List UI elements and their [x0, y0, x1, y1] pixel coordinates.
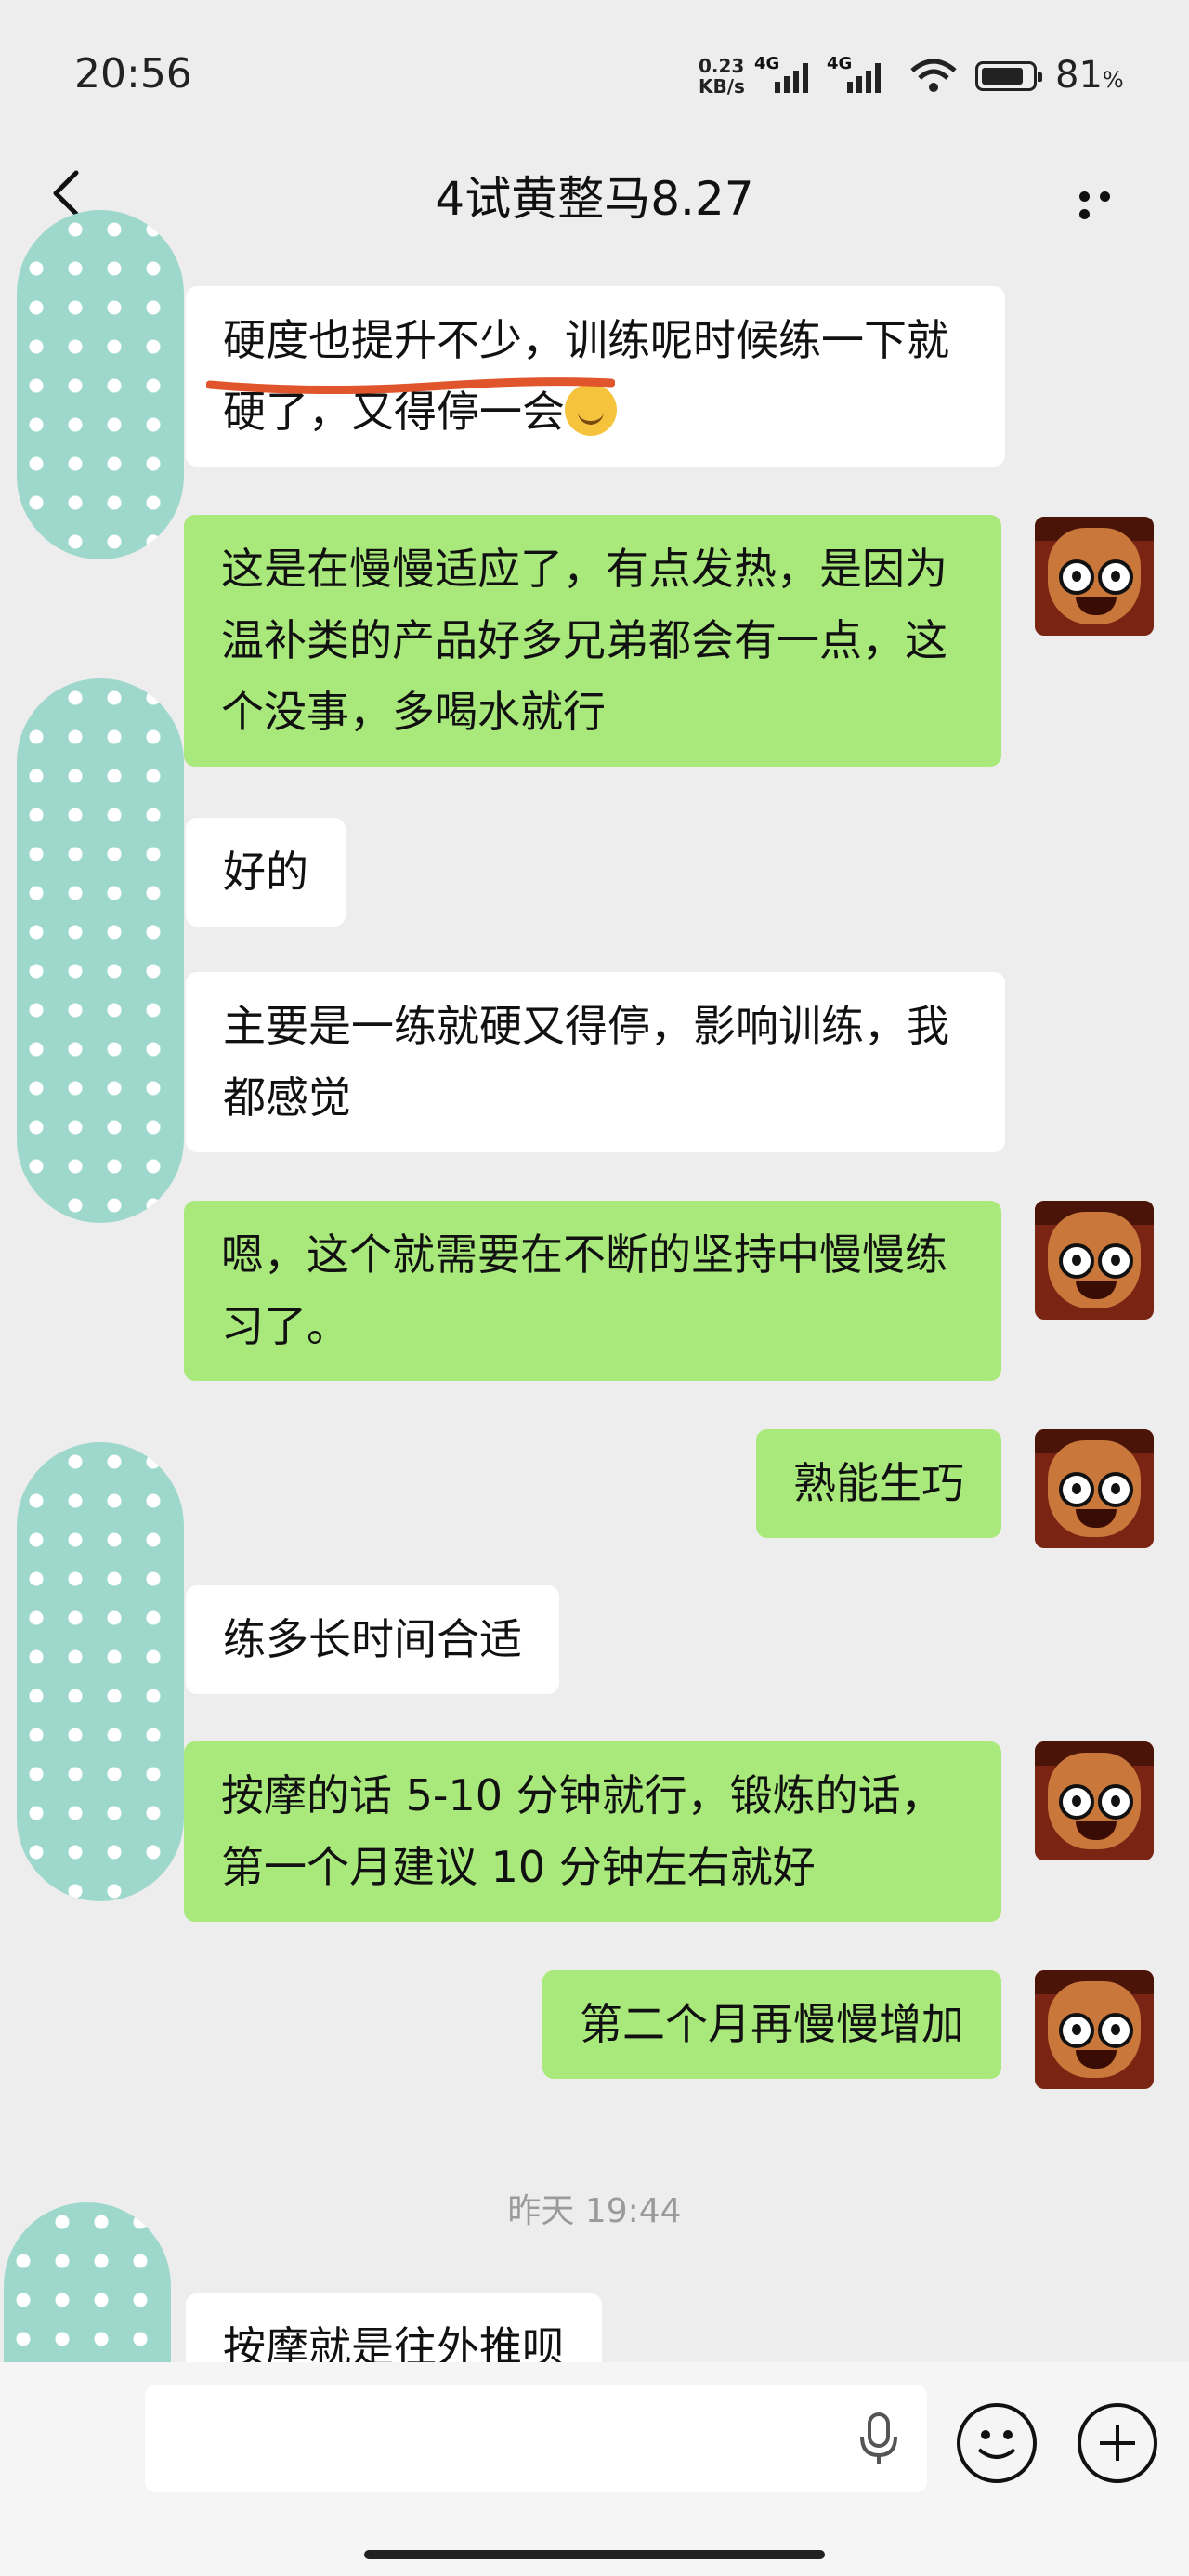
user-avatar[interactable]	[1035, 517, 1154, 636]
plus-circle-icon[interactable]	[1078, 2403, 1157, 2483]
message-input[interactable]	[145, 2385, 927, 2492]
emoji-icon[interactable]	[957, 2403, 1037, 2483]
contact-avatar[interactable]	[17, 1442, 184, 1901]
user-avatar[interactable]	[1035, 1741, 1154, 1860]
battery-icon	[975, 61, 1042, 91]
user-avatar[interactable]	[1035, 1201, 1154, 1320]
message-outgoing[interactable]: 嗯，这个就需要在不断的坚持中慢慢练习了。	[184, 1201, 1001, 1381]
microphone-icon[interactable]	[853, 2411, 905, 2466]
wifi-icon	[910, 59, 957, 92]
message-incoming[interactable]: 主要是一练就硬又得停，影响训练，我都感觉	[186, 972, 1005, 1152]
user-avatar[interactable]	[1035, 1429, 1154, 1548]
status-time: 20:56	[74, 50, 192, 98]
message-incoming[interactable]: 好的	[186, 818, 346, 927]
net-speed: 0.23 KB/s	[699, 55, 745, 98]
contact-avatar[interactable]	[17, 678, 184, 1223]
message-outgoing[interactable]: 这是在慢慢适应了，有点发热，是因为温补类的产品好多兄弟都会有一点，这个没事，多喝…	[184, 515, 1001, 767]
more-dots-icon[interactable]	[1079, 188, 1135, 219]
chat-title: 4试黄整马8.27	[435, 172, 754, 226]
contact-avatar[interactable]	[17, 210, 184, 559]
message-incoming[interactable]: 练多长时间合适	[186, 1585, 559, 1694]
chat-header: 4试黄整马8.27	[0, 139, 1189, 260]
home-indicator[interactable]	[364, 2550, 825, 2559]
battery-percent: 81%	[1055, 54, 1124, 97]
status-bar: 20:56 0.23 KB/s 4G 4G 81%	[0, 0, 1189, 139]
signal-icon	[775, 63, 808, 93]
annotation-underline	[206, 377, 615, 394]
message-timestamp: 昨天 19:44	[507, 2192, 682, 2230]
message-outgoing[interactable]: 第二个月再慢慢增加	[542, 1970, 1001, 2079]
signal-icon-2	[847, 63, 881, 93]
message-outgoing[interactable]: 按摩的话 5-10 分钟就行，锻炼的话，第一个月建议 10 分钟左右就好	[184, 1741, 1001, 1922]
user-avatar[interactable]	[1035, 1970, 1154, 2089]
message-outgoing[interactable]: 熟能生巧	[756, 1429, 1001, 1538]
input-bar	[0, 2362, 1189, 2576]
